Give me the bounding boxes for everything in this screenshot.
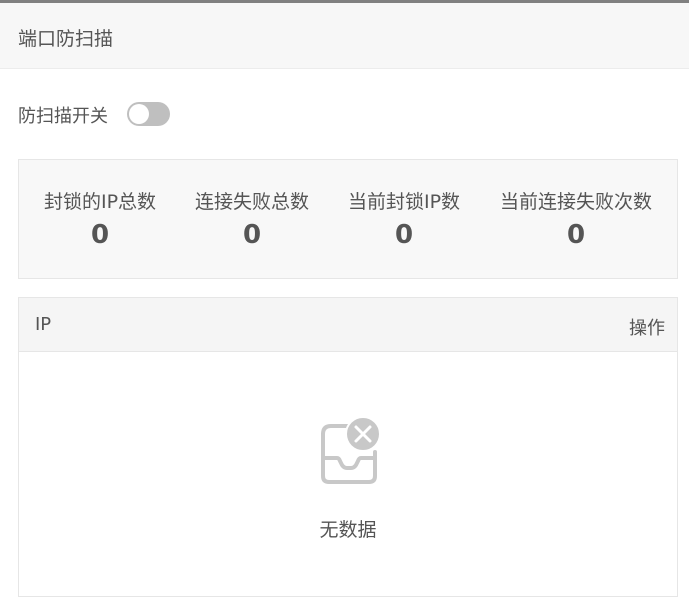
- stats-panel: 封锁的IP总数 0 连接失败总数 0 当前封锁IP数 0 当前连接失败次数 0: [18, 159, 678, 279]
- stat-value: 0: [90, 220, 110, 250]
- stat-label: 当前连接失败次数: [499, 191, 652, 213]
- toggle-knob: [129, 104, 149, 124]
- stat-label: 封锁的IP总数: [43, 191, 157, 213]
- anti-scan-toggle-label: 防扫描开关: [18, 106, 108, 127]
- table-header: IP 操作: [19, 298, 677, 352]
- empty-inbox-icon: [317, 416, 381, 486]
- stat-value: 0: [242, 220, 262, 250]
- column-header-action: 操作: [629, 318, 665, 339]
- stat-current-connection-failures: 当前连接失败次数 0: [487, 160, 665, 278]
- blocked-ip-table: IP 操作 无数据: [18, 297, 678, 597]
- stat-current-blocked-ip: 当前封锁IP数 0: [333, 160, 475, 278]
- column-header-ip: IP: [35, 314, 52, 335]
- stat-value: 0: [566, 220, 586, 250]
- stat-label: 当前封锁IP数: [347, 191, 461, 213]
- stat-value: 0: [394, 220, 414, 250]
- anti-scan-toggle-switch[interactable]: [127, 102, 170, 126]
- stat-label: 连接失败总数: [194, 191, 309, 213]
- panel-header: 端口防扫描: [0, 3, 689, 69]
- close-circle-icon: [345, 416, 381, 452]
- panel-title: 端口防扫描: [18, 28, 114, 50]
- stat-blocked-ip-total: 封锁的IP总数 0: [19, 160, 181, 278]
- stat-connection-failures-total: 连接失败总数 0: [181, 160, 323, 278]
- empty-state-text: 无数据: [319, 519, 377, 541]
